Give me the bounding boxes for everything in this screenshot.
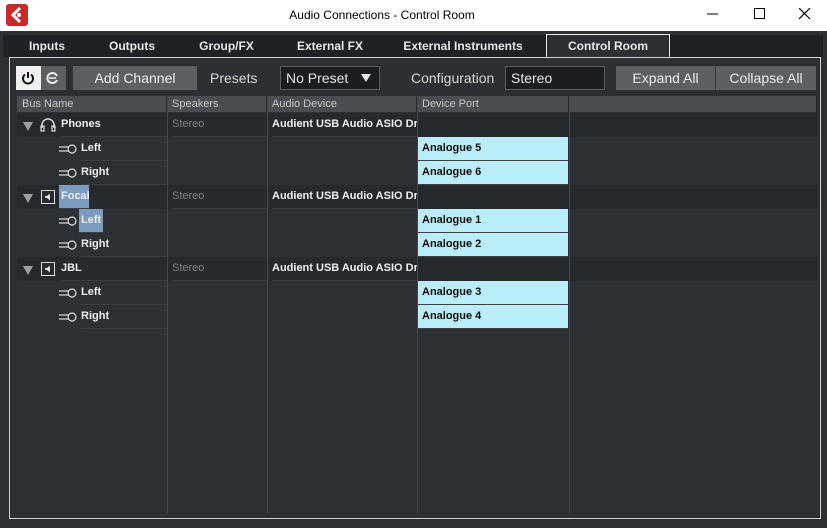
output-port-icon (59, 288, 77, 298)
speakers-cell[interactable]: Stereo (172, 257, 267, 281)
title-bar: Audio Connections - Control Room (0, 0, 827, 31)
column-divider (167, 96, 168, 513)
headphones-icon (40, 118, 56, 132)
device-port-cell[interactable]: Analogue 2 (418, 233, 568, 257)
speaker-icon (41, 190, 55, 204)
column-header-empty (569, 96, 817, 112)
column-header-audio-device[interactable]: Audio Device (267, 96, 417, 112)
collapse-all-button[interactable]: Collapse All (716, 66, 816, 90)
close-icon (799, 8, 811, 20)
tab-bar: Inputs Outputs Group/FX External FX Exte… (3, 34, 823, 58)
speakers-cell[interactable]: Stereo (172, 185, 267, 209)
bus-name: Phones (61, 113, 167, 137)
tab-outputs[interactable]: Outputs (91, 35, 173, 57)
audio-device-cell[interactable]: Audient USB Audio ASIO Driver (272, 257, 417, 281)
column-divider (569, 96, 570, 513)
device-port-cell[interactable]: Analogue 6 (418, 161, 568, 185)
channel-name: Right (81, 305, 167, 329)
audio-device-cell[interactable]: Audient USB Audio ASIO Driver (272, 113, 417, 137)
output-port-icon (59, 144, 77, 154)
tab-control-room[interactable]: Control Room (546, 34, 670, 58)
tab-external-instruments[interactable]: External Instruments (380, 35, 546, 57)
preset-select[interactable]: No Preset (280, 66, 380, 90)
channel-name: Right (81, 233, 167, 257)
bus-name: JBL (61, 257, 167, 281)
tab-group-fx[interactable]: Group/FX (173, 35, 280, 57)
maximize-button[interactable] (737, 0, 783, 29)
column-divider (417, 96, 418, 513)
device-port-cell[interactable]: Analogue 5 (418, 137, 568, 161)
presets-label: Presets (210, 70, 258, 86)
power-icon (22, 72, 34, 85)
minimize-icon (707, 13, 718, 15)
column-header-bus-name[interactable]: Bus Name (17, 96, 167, 112)
column-header-speakers[interactable]: Speakers (167, 96, 267, 112)
expand-triangle-icon[interactable] (23, 121, 33, 131)
output-port-icon (59, 312, 77, 322)
output-port-icon (59, 168, 77, 178)
device-port-cell[interactable]: Analogue 1 (418, 209, 568, 233)
channel-name: Left (81, 137, 167, 161)
expand-triangle-icon[interactable] (23, 265, 33, 275)
connections-table: Bus Name Speakers Audio Device Device Po… (17, 96, 817, 513)
channel-name: Left (81, 281, 167, 305)
speaker-icon (41, 262, 55, 276)
window-title: Audio Connections - Control Room (289, 8, 475, 22)
channel-name: Left (79, 209, 103, 233)
minimize-button[interactable] (690, 0, 736, 29)
reset-icon (46, 72, 58, 84)
reset-button[interactable] (41, 66, 66, 90)
configuration-label: Configuration (411, 70, 495, 86)
preset-value: No Preset (286, 70, 349, 86)
power-button[interactable] (16, 66, 41, 90)
configuration-field[interactable]: Stereo (505, 66, 605, 90)
output-port-icon (59, 216, 77, 226)
channel-name: Right (81, 161, 167, 185)
add-channel-button[interactable]: Add Channel (73, 66, 197, 90)
device-port-cell[interactable]: Analogue 3 (418, 281, 568, 305)
output-port-icon (59, 240, 77, 250)
expand-all-button[interactable]: Expand All (616, 66, 716, 90)
tab-inputs[interactable]: Inputs (3, 35, 91, 57)
maximize-icon (754, 8, 765, 19)
bus-name: Focal (59, 185, 89, 209)
close-button[interactable] (782, 0, 827, 29)
device-port-cell[interactable]: Analogue 4 (418, 305, 568, 329)
tab-external-fx[interactable]: External FX (280, 35, 380, 57)
column-header-device-port[interactable]: Device Port (417, 96, 569, 112)
chevron-down-icon (361, 74, 371, 82)
column-divider (267, 96, 268, 513)
speakers-cell[interactable]: Stereo (172, 113, 267, 137)
audio-device-cell[interactable]: Audient USB Audio ASIO Driver (272, 185, 417, 209)
expand-triangle-icon[interactable] (23, 193, 33, 203)
